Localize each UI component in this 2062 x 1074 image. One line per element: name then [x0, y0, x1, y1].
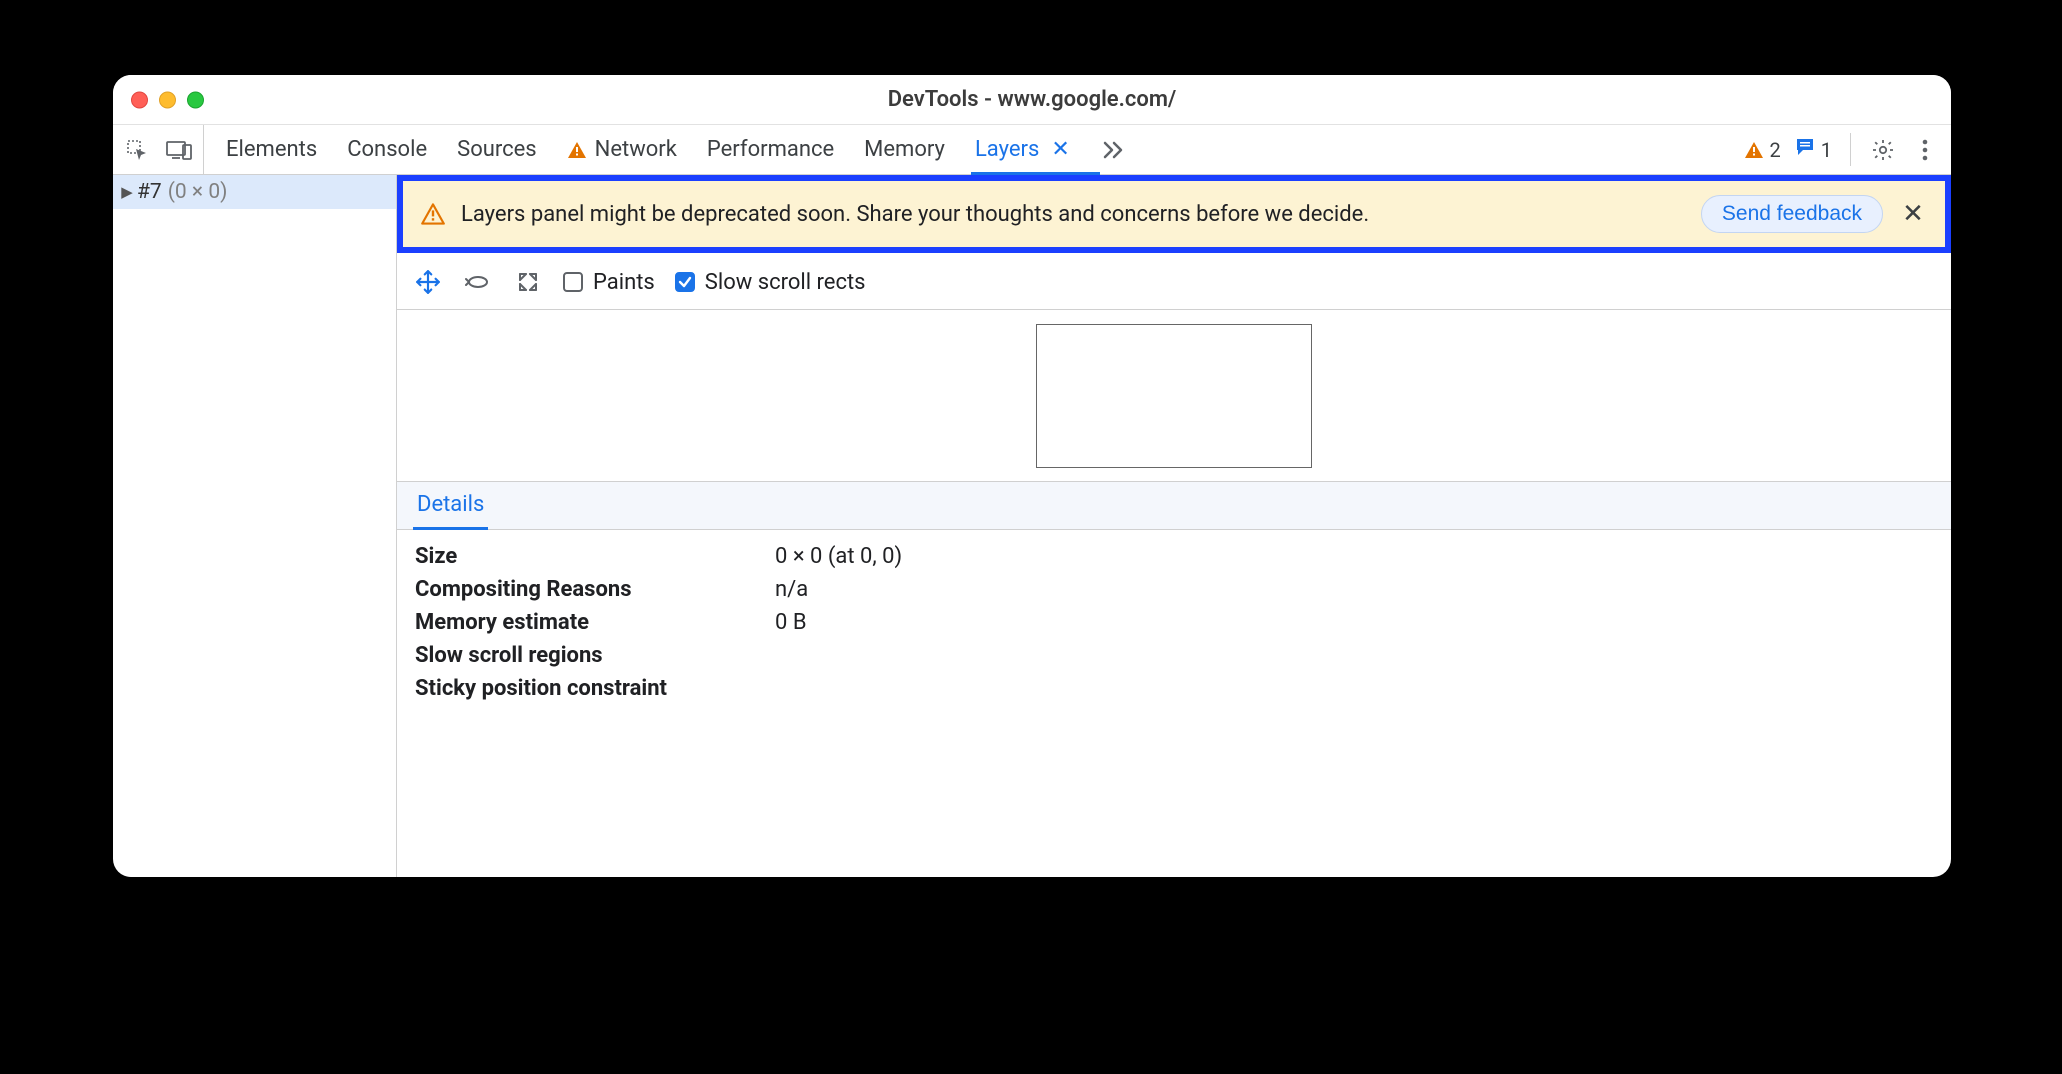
details-key: Memory estimate — [415, 610, 775, 635]
panel-tabs: Elements Console Sources Network Perform… — [204, 125, 1738, 174]
move-icon[interactable] — [413, 267, 443, 297]
details-key: Size — [415, 544, 775, 569]
layer-tree-item[interactable]: ▶ #7 (0 × 0) — [113, 175, 396, 209]
traffic-lights — [131, 91, 204, 108]
details-row-compositing: Compositing Reasons n/a — [415, 573, 1933, 606]
messages-badge[interactable]: 1 — [1795, 137, 1832, 162]
reset-view-icon[interactable] — [513, 267, 543, 297]
warning-icon — [567, 141, 587, 159]
toolbar-right-group: 2 1 — [1738, 125, 1952, 174]
checkbox-box — [563, 272, 583, 292]
send-feedback-button[interactable]: Send feedback — [1701, 195, 1883, 233]
close-window-button[interactable] — [131, 91, 148, 108]
chevron-double-right-icon[interactable] — [1100, 136, 1128, 164]
details-key: Sticky position constraint — [415, 676, 775, 701]
inspect-icon[interactable] — [123, 136, 151, 164]
close-banner-icon[interactable]: ✕ — [1899, 200, 1927, 228]
details-row-memory: Memory estimate 0 B — [415, 606, 1933, 639]
zoom-window-button[interactable] — [187, 91, 204, 108]
close-tab-icon[interactable]: ✕ — [1051, 137, 1069, 162]
tab-console[interactable]: Console — [347, 125, 427, 174]
tab-label: Memory — [864, 137, 945, 162]
titlebar: DevTools - www.google.com/ — [113, 75, 1951, 125]
devtools-window: DevTools - www.google.com/ — [113, 75, 1951, 877]
tab-elements[interactable]: Elements — [226, 125, 317, 174]
deprecation-banner-highlight: Layers panel might be deprecated soon. S… — [397, 175, 1951, 253]
device-toggle-icon[interactable] — [165, 136, 193, 164]
checkbox-label: Paints — [593, 270, 655, 295]
details-tab-label: Details — [417, 492, 484, 517]
layer-canvas[interactable] — [397, 310, 1951, 482]
panel-body: ▶ #7 (0 × 0) Layers panel might be depre… — [113, 175, 1951, 877]
details-value: 0 × 0 (at 0, 0) — [775, 544, 902, 569]
window-title: DevTools - www.google.com/ — [113, 87, 1951, 112]
layer-id: #7 — [137, 180, 162, 204]
details-tabstrip: Details — [397, 482, 1951, 530]
tab-network[interactable]: Network — [567, 125, 677, 174]
gear-icon[interactable] — [1869, 136, 1897, 164]
chat-icon — [1795, 137, 1815, 162]
tab-label: Performance — [707, 137, 834, 162]
messages-count: 1 — [1821, 138, 1832, 162]
tab-label: Network — [595, 137, 677, 162]
warning-icon — [421, 203, 445, 225]
tab-performance[interactable]: Performance — [707, 125, 834, 174]
selected-layer-outline — [1036, 324, 1312, 468]
slow-scroll-checkbox[interactable]: Slow scroll rects — [675, 270, 866, 295]
tab-label: Console — [347, 137, 427, 162]
tab-label: Sources — [457, 137, 537, 162]
details-tab[interactable]: Details — [397, 482, 504, 529]
paints-checkbox[interactable]: Paints — [563, 270, 655, 295]
details-key: Slow scroll regions — [415, 643, 775, 668]
details-row-size: Size 0 × 0 (at 0, 0) — [415, 540, 1933, 573]
toolbar-left-group — [117, 125, 204, 174]
view-controls: Paints Slow scroll rects — [397, 255, 1951, 310]
tab-sources[interactable]: Sources — [457, 125, 537, 174]
details-table: Size 0 × 0 (at 0, 0) Compositing Reasons… — [397, 530, 1951, 715]
deprecation-banner: Layers panel might be deprecated soon. S… — [403, 181, 1945, 247]
separator — [1850, 133, 1851, 166]
main-toolbar: Elements Console Sources Network Perform… — [113, 125, 1951, 175]
rotate-icon[interactable] — [463, 267, 493, 297]
banner-message: Layers panel might be deprecated soon. S… — [461, 202, 1685, 227]
checkbox-box — [675, 272, 695, 292]
details-value: n/a — [775, 577, 808, 602]
tab-memory[interactable]: Memory — [864, 125, 945, 174]
details-row-slow-scroll: Slow scroll regions — [415, 639, 1933, 672]
tab-label: Layers — [975, 137, 1039, 162]
layers-main: Layers panel might be deprecated soon. S… — [397, 175, 1951, 877]
issues-count: 2 — [1770, 138, 1781, 162]
layer-dimensions: (0 × 0) — [166, 180, 228, 204]
checkbox-label: Slow scroll rects — [705, 270, 866, 295]
details-row-sticky: Sticky position constraint — [415, 672, 1933, 705]
tree-expand-icon[interactable]: ▶ — [121, 183, 133, 201]
tab-label: Elements — [226, 137, 317, 162]
issues-badge[interactable]: 2 — [1744, 138, 1781, 162]
kebab-icon[interactable] — [1911, 136, 1939, 164]
details-key: Compositing Reasons — [415, 577, 775, 602]
tab-layers[interactable]: Layers ✕ — [975, 125, 1070, 174]
details-value: 0 B — [775, 610, 807, 635]
minimize-window-button[interactable] — [159, 91, 176, 108]
warning-icon — [1744, 141, 1764, 159]
layer-tree: ▶ #7 (0 × 0) — [113, 175, 397, 877]
